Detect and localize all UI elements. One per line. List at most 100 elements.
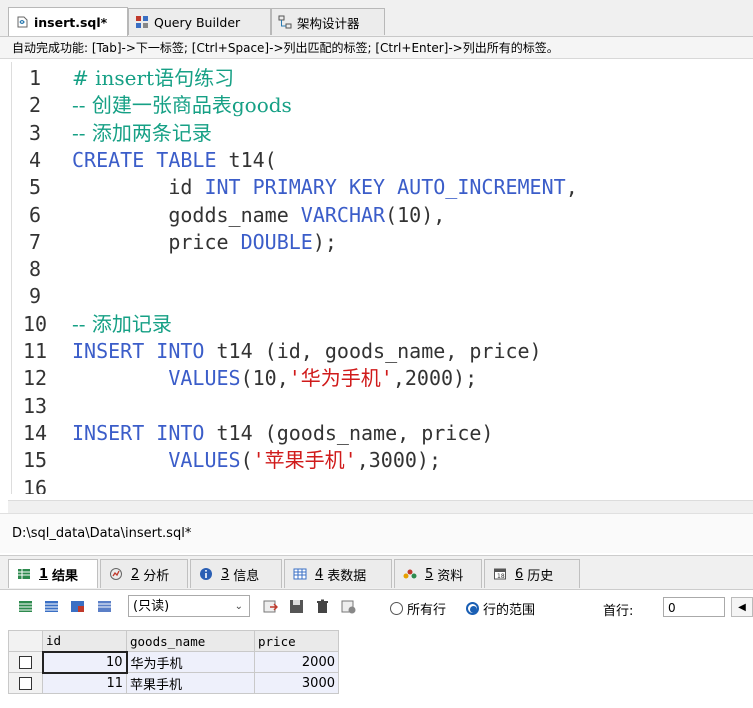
trash-icon[interactable] <box>314 598 331 615</box>
tab-query-builder[interactable]: Query Builder <box>128 8 271 35</box>
code-token: DOUBLE <box>240 229 313 254</box>
svg-text:18: 18 <box>497 573 505 580</box>
code-line[interactable]: INSERT INTO t14 (id, goods_name, price) <box>72 338 542 365</box>
tab-label: 表数据 <box>327 568 367 584</box>
delete-row-icon[interactable] <box>69 598 86 615</box>
tab-schema-designer[interactable]: 架构设计器 <box>271 8 385 35</box>
code-token: ); <box>312 229 337 254</box>
line-number: 13 <box>22 393 48 418</box>
horizontal-scrollbar[interactable] <box>8 500 753 513</box>
tab-number: 4 <box>315 566 324 582</box>
code-line[interactable]: VALUES('苹果手机',3000); <box>72 447 441 474</box>
sql-file-icon <box>15 15 29 29</box>
schema-designer-icon <box>278 15 292 29</box>
prev-page-button[interactable]: ◀ <box>731 597 753 617</box>
code-token: VARCHAR <box>300 202 386 227</box>
cell-price[interactable]: 2000 <box>254 651 339 673</box>
tab-number: 3 <box>221 566 230 582</box>
line-number: 6 <box>28 202 42 227</box>
checkbox-icon <box>19 676 32 690</box>
save-changes-icon[interactable] <box>96 598 113 615</box>
code-token: INSERT INTO <box>72 339 205 363</box>
chevron-down-icon: ⌄ <box>234 601 243 612</box>
code-token: (10, <box>240 366 289 391</box>
refresh-icon[interactable] <box>340 598 357 615</box>
radio-row-range-label: 行的范围 <box>483 603 536 618</box>
radio-row-range[interactable]: 行的范围 <box>466 599 535 618</box>
code-line[interactable]: price DOUBLE); <box>72 229 337 256</box>
code-line[interactable]: id INT PRIMARY KEY AUTO_INCREMENT, <box>72 174 577 201</box>
code-token: -- 添加两条记录 <box>72 120 212 145</box>
column-header[interactable]: id <box>42 630 127 652</box>
code-token: VALUES <box>168 366 241 391</box>
code-line[interactable]: godds_name VARCHAR(10), <box>72 202 445 229</box>
results-toolbar <box>0 590 753 624</box>
line-number: 5 <box>28 175 42 200</box>
export-icon[interactable] <box>262 598 279 615</box>
column-header[interactable]: price <box>254 630 339 652</box>
line-number: 8 <box>28 257 42 282</box>
readonly-select[interactable]: (只读) ⌄ <box>128 595 250 617</box>
line-number: 4 <box>28 147 42 172</box>
line-number: 12 <box>22 366 48 391</box>
code-token: -- 创建一张商品表goods <box>72 93 292 118</box>
tab-history[interactable]: 18 6 历史 <box>484 559 580 588</box>
radio-circle-icon <box>390 602 403 615</box>
cell-goods-name[interactable]: 苹果手机 <box>126 672 255 694</box>
code-line[interactable]: CREATE TABLE t14( <box>72 147 277 174</box>
cell-id[interactable]: 10 <box>41 650 128 674</box>
code-token: ,2000); <box>392 366 478 391</box>
tab-results[interactable]: 1 结果 <box>8 559 98 588</box>
code-token: t14 (goods_name, price) <box>204 420 494 445</box>
code-token: VALUES <box>168 448 241 473</box>
cell-price[interactable]: 3000 <box>254 672 339 694</box>
radio-selected-icon <box>466 602 479 615</box>
code-token: INT PRIMARY KEY AUTO_INCREMENT <box>204 175 566 200</box>
column-header[interactable]: goods_name <box>126 630 255 652</box>
tab-label: 结果 <box>52 568 79 584</box>
line-number: 1 <box>28 66 42 90</box>
cell-goods-name[interactable]: 华为手机 <box>126 651 255 673</box>
tab-analyze[interactable]: 2 分析 <box>100 559 188 588</box>
code-token: t14( <box>216 147 277 172</box>
row-checkbox[interactable] <box>8 651 43 673</box>
line-number: 14 <box>22 420 48 445</box>
tab-label: 分析 <box>143 568 170 584</box>
first-row-input[interactable]: 0 <box>663 597 725 617</box>
tab-table-data[interactable]: 4 表数据 <box>284 559 392 588</box>
row-checkbox[interactable] <box>8 672 43 694</box>
sql-editor[interactable]: 1 # insert语句练习 2 -- 创建一张商品表goods 3 -- 添加两条记录 4… <box>11 62 753 494</box>
select-all-header[interactable] <box>8 630 43 652</box>
tab-number: 1 <box>39 566 49 582</box>
cell-id[interactable]: 11 <box>42 672 127 694</box>
code-token: CREATE TABLE <box>72 147 217 172</box>
radio-all-rows[interactable]: 所有行 <box>390 599 446 618</box>
tab-number: 2 <box>131 566 140 582</box>
code-token: id <box>72 175 205 200</box>
line-number: 16 <box>22 475 48 495</box>
line-number: 10 <box>22 311 48 336</box>
table-row[interactable]: 11 苹果手机 3000 <box>8 672 339 694</box>
duplicate-row-icon[interactable] <box>43 598 60 615</box>
code-line[interactable]: -- 添加两条记录 <box>72 120 212 147</box>
code-line[interactable]: INSERT INTO t14 (goods_name, price) <box>72 420 493 447</box>
code-token: INSERT INTO <box>72 420 205 445</box>
line-number: 3 <box>28 120 42 145</box>
tab-label: 资料 <box>437 568 464 584</box>
code-line[interactable]: # insert语句练习 <box>72 65 234 92</box>
editor-tab-bar: insert.sql* Query Builder 架构设计器 <box>0 0 753 37</box>
table-row[interactable]: 10 华为手机 2000 <box>8 650 339 674</box>
code-line[interactable]: VALUES(10,'华为手机',2000); <box>72 365 477 392</box>
code-token: ,3000); <box>356 448 442 473</box>
tab-label: insert.sql* <box>34 14 108 30</box>
code-line[interactable]: -- 添加记录 <box>72 311 172 338</box>
tab-insert-sql[interactable]: insert.sql* <box>8 7 128 36</box>
code-token: ( <box>240 448 253 473</box>
tab-profile[interactable]: 5 资料 <box>394 559 482 588</box>
tab-info[interactable]: 3 信息 <box>190 559 282 588</box>
table-data-icon <box>293 567 307 581</box>
insert-row-icon[interactable] <box>17 598 34 615</box>
checkbox-icon <box>18 655 32 669</box>
code-line[interactable]: -- 创建一张商品表goods <box>72 92 292 119</box>
save-icon[interactable] <box>288 598 305 615</box>
